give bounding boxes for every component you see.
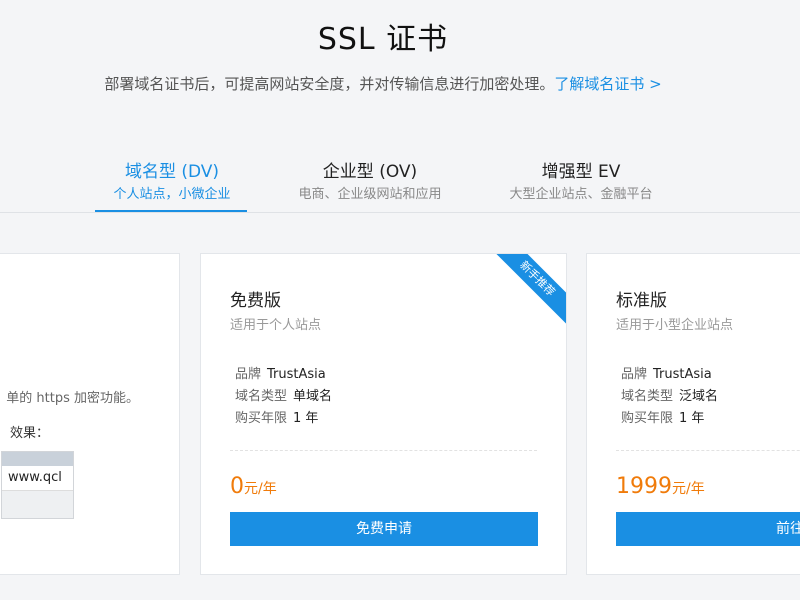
plan-specs: 品牌 TrustAsia 域名类型 泛域名 购买年限 1 年 [621,364,718,430]
price-value: 1999 [616,474,672,499]
tab-sub-label: 个人站点，小微企业 [113,187,231,202]
spec-value: TrustAsia [267,367,326,382]
spec-value: 1 年 [293,411,319,426]
info-text-effect: 效果： [9,426,49,441]
tab-ov[interactable]: 企业型 (OV) 电商、企业级网站和应用 [270,160,470,206]
spec-value: 1 年 [679,411,705,426]
spec-label: 购买年限 [621,411,674,426]
plan-card-standard: 标准版 适用于小型企业站点 品牌 TrustAsia 域名类型 泛域名 购买年限 1 … [586,253,800,575]
plan-title: 免费版 [230,291,281,311]
page-header: SSL 证书 部署域名证书后，可提高网站安全度，并对传输信息进行加密处理。了解域… [0,0,800,214]
recommend-ribbon: 新手推荐 [496,254,566,324]
plan-title: 标准版 [616,291,667,311]
tab-label: 域名型 (DV) [124,162,220,182]
tab-label: 增强型 EV [541,162,621,182]
subtitle-text: 部署域名证书后，可提高网站安全度，并对传输信息进行加密处理。 [104,75,555,93]
spec-label: 购买年限 [235,411,288,426]
spec-label: 品牌 [235,367,262,382]
spec-row-years: 购买年限 1 年 [235,408,332,430]
card-divider [230,450,537,451]
spec-value: 泛域名 [679,389,719,404]
browser-url-text: www.qcl [2,466,73,491]
price-value: 0 [230,474,244,499]
spec-label: 域名类型 [621,389,674,404]
tab-sub-label: 电商、企业级网站和应用 [298,187,442,202]
spec-label: 品牌 [621,367,648,382]
plan-desc: 适用于小型企业站点 [616,318,734,333]
browser-screenshot-image: www.qcl [1,451,74,519]
browser-tab-bar [2,452,73,466]
price-unit: 元/年 [244,481,277,497]
page-subtitle: 部署域名证书后，可提高网站安全度，并对传输信息进行加密处理。了解域名证书 > [0,73,766,94]
tab-ev[interactable]: 增强型 EV 大型企业站点、金融平台 [481,160,681,206]
apply-free-button[interactable]: 免费申请 [230,512,538,546]
spec-row-brand: 品牌 TrustAsia [621,364,718,386]
plan-desc: 适用于个人站点 [230,318,322,333]
page-title: SSL 证书 [317,22,449,57]
spec-label: 域名类型 [235,389,288,404]
learn-more-link[interactable]: 了解域名证书 > [554,75,661,93]
plan-card-free: 新手推荐 免费版 适用于个人站点 品牌 TrustAsia 域名类型 单域名 购买年… [200,253,567,575]
price-unit: 元/年 [672,481,705,497]
spec-row-domain-type: 域名类型 泛域名 [621,386,718,408]
spec-value: TrustAsia [653,367,712,382]
button-label: 前往选购 [776,521,800,537]
go-purchase-button[interactable]: 前往选购 [616,512,800,546]
plan-price: 1999元/年 [616,474,705,499]
tabs-divider [0,212,800,213]
spec-row-years: 购买年限 1 年 [621,408,718,430]
plan-specs: 品牌 TrustAsia 域名类型 单域名 购买年限 1 年 [235,364,332,430]
spec-row-brand: 品牌 TrustAsia [235,364,332,386]
tab-label: 企业型 (OV) [322,162,418,182]
spec-value: 单域名 [293,389,333,404]
card-divider [616,450,800,451]
ribbon-container: 新手推荐 [496,254,566,324]
plan-price: 0元/年 [230,474,277,499]
info-text: 单的 https 加密功能。 [6,391,139,406]
tab-sub-label: 大型企业站点、金融平台 [509,187,653,202]
spec-row-domain-type: 域名类型 单域名 [235,386,332,408]
tab-dv[interactable]: 域名型 (DV) 个人站点，小微企业 [72,160,272,213]
info-card: 单的 https 加密功能。 效果： www.qcl [0,253,180,575]
